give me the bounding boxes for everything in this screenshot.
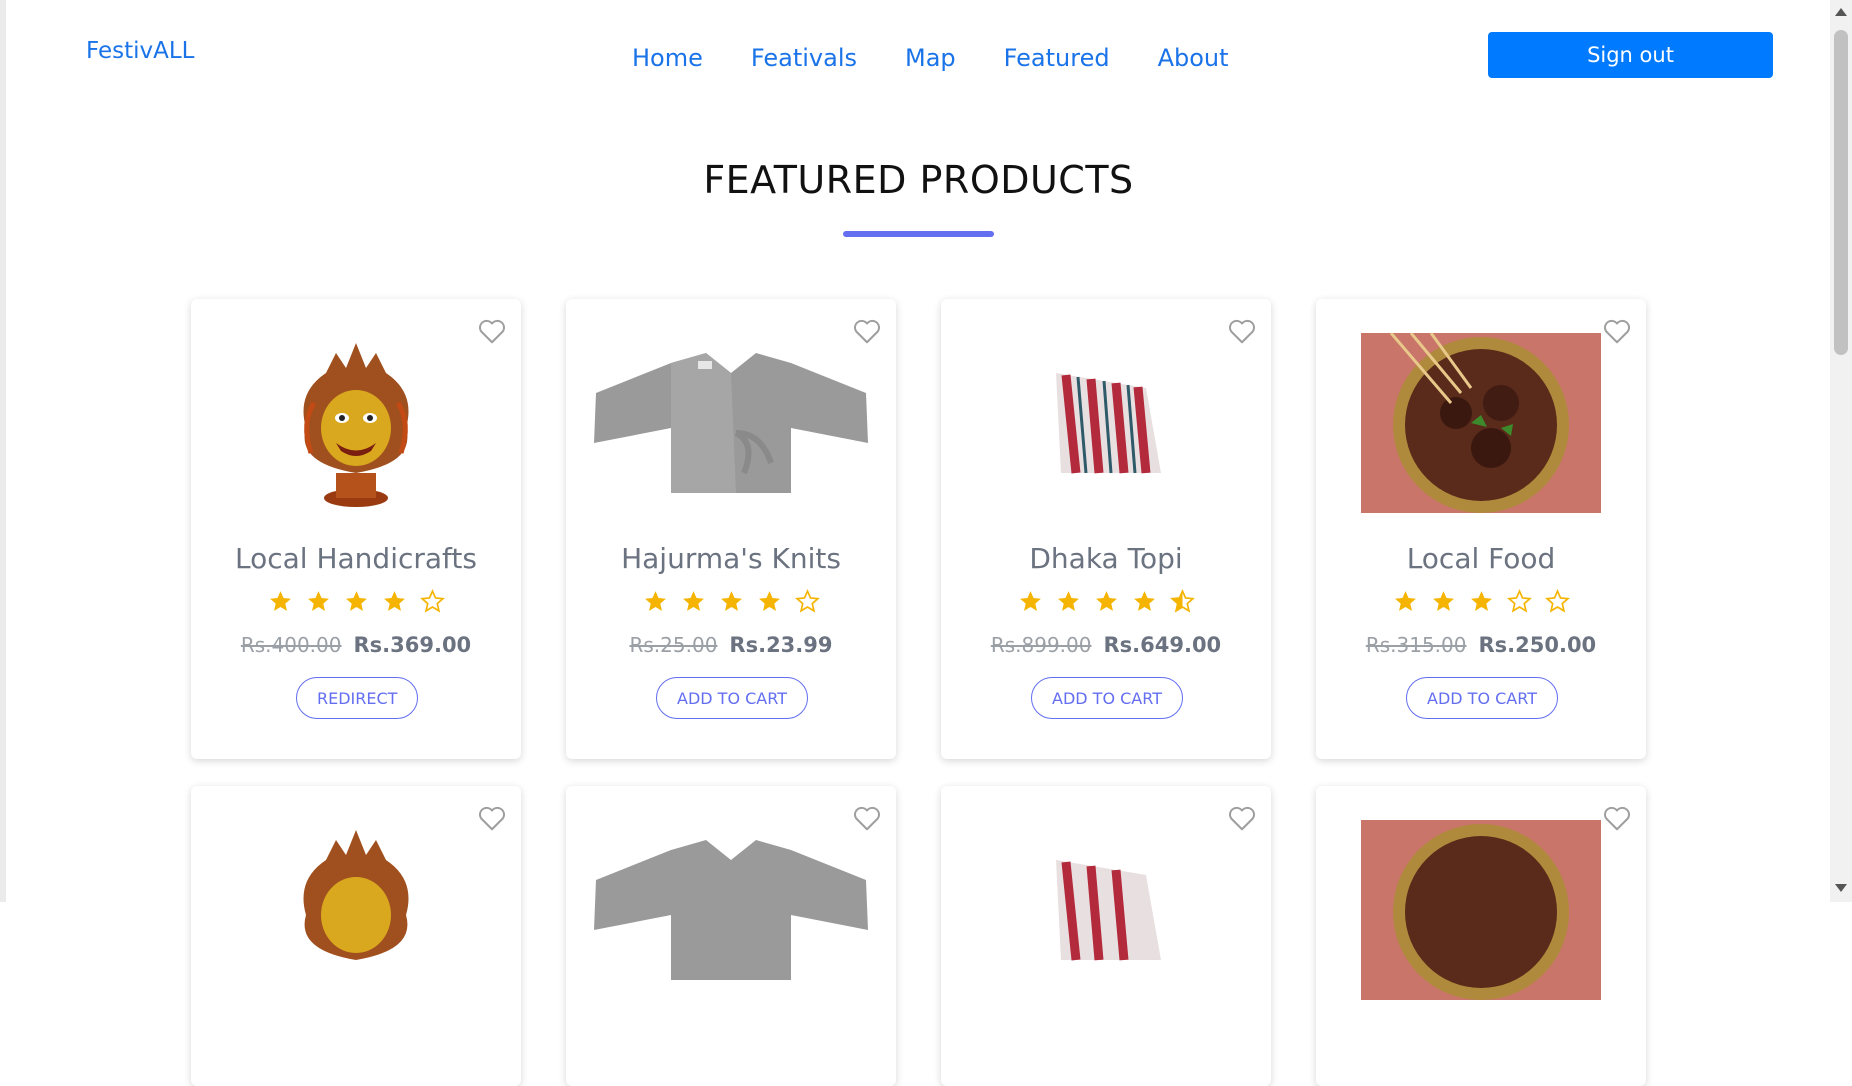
product-card: Dhaka Topi Rs.899.00 Rs.649.00 ADD TO CA… <box>941 299 1271 759</box>
star-filled-icon <box>1394 591 1416 611</box>
product-card <box>941 786 1271 1086</box>
nav-featured[interactable]: Featured <box>1004 44 1110 72</box>
scroll-up-icon[interactable] <box>1835 8 1847 16</box>
product-name: Hajurma's Knits <box>621 542 841 575</box>
product-card <box>191 786 521 1086</box>
food-bowl-icon <box>1336 333 1626 513</box>
star-rating <box>1316 589 1646 614</box>
product-card <box>566 786 896 1086</box>
star-rating <box>566 589 896 614</box>
nav-home[interactable]: Home <box>632 44 703 72</box>
star-filled-icon <box>758 591 780 611</box>
vertical-scrollbar[interactable] <box>1830 0 1852 902</box>
star-filled-icon <box>307 591 329 611</box>
star-filled-icon <box>1133 591 1155 611</box>
knit-sweater-icon <box>586 820 876 1000</box>
star-filled-icon <box>1470 591 1492 611</box>
star-filled-icon <box>345 591 367 611</box>
new-price: Rs.369.00 <box>353 633 472 657</box>
star-half-icon <box>1169 589 1195 613</box>
star-filled-icon <box>1432 591 1454 611</box>
old-price: Rs.400.00 <box>240 633 342 657</box>
old-price: Rs.899.00 <box>990 633 1092 657</box>
topi-hat-icon <box>961 820 1251 1000</box>
handicraft-mask-icon <box>211 333 501 513</box>
new-price: Rs.649.00 <box>1103 633 1222 657</box>
price-row: Rs.400.00 Rs.369.00 <box>191 633 521 657</box>
section-title: FEATURED PRODUCTS <box>703 158 1134 202</box>
nav-map[interactable]: Map <box>905 44 956 72</box>
star-filled-icon <box>1095 591 1117 611</box>
star-filled-icon <box>1057 591 1079 611</box>
add-to-cart-button[interactable]: ADD TO CART <box>656 677 808 719</box>
price-row: Rs.25.00 Rs.23.99 <box>566 633 896 657</box>
topi-hat-icon <box>961 333 1251 513</box>
price-row: Rs.899.00 Rs.649.00 <box>941 633 1271 657</box>
star-filled-icon <box>269 591 291 611</box>
new-price: Rs.23.99 <box>729 633 833 657</box>
page-edge <box>0 0 6 902</box>
product-name: Dhaka Topi <box>1029 542 1183 575</box>
nav-about[interactable]: About <box>1158 44 1229 72</box>
product-card: Hajurma's Knits Rs.25.00 Rs.23.99 ADD TO… <box>566 299 896 759</box>
add-to-cart-button[interactable]: ADD TO CART <box>1031 677 1183 719</box>
product-card: Local Food Rs.315.00 Rs.250.00 ADD TO CA… <box>1316 299 1646 759</box>
star-empty-icon <box>419 589 445 613</box>
star-filled-icon <box>1019 591 1041 611</box>
redirect-button[interactable]: REDIRECT <box>296 677 419 719</box>
product-name: Local Food <box>1406 542 1556 575</box>
title-underline <box>843 231 994 237</box>
star-filled-icon <box>644 591 666 611</box>
price-row: Rs.315.00 Rs.250.00 <box>1316 633 1646 657</box>
nav-links: Home Feativals Map Featured About <box>632 44 1229 72</box>
star-empty-icon <box>1544 589 1570 613</box>
star-empty-icon <box>1506 589 1532 613</box>
brand-link[interactable]: FestivALL <box>86 38 195 64</box>
scroll-thumb[interactable] <box>1834 30 1848 355</box>
star-empty-icon <box>794 589 820 613</box>
product-card: Local Handicrafts Rs.400.00 Rs.369.00 RE… <box>191 299 521 759</box>
product-name: Local Handicrafts <box>235 542 477 575</box>
signout-button[interactable]: Sign out <box>1488 32 1773 78</box>
food-bowl-icon <box>1336 820 1626 1000</box>
star-filled-icon <box>720 591 742 611</box>
add-to-cart-button[interactable]: ADD TO CART <box>1406 677 1558 719</box>
handicraft-mask-icon <box>211 820 501 1000</box>
knit-sweater-icon <box>586 333 876 513</box>
star-filled-icon <box>682 591 704 611</box>
nav-feativals[interactable]: Feativals <box>751 44 857 72</box>
star-filled-icon <box>383 591 405 611</box>
old-price: Rs.25.00 <box>629 633 718 657</box>
product-card <box>1316 786 1646 1086</box>
star-rating <box>191 589 521 614</box>
navbar: FestivALL Home Feativals Map Featured Ab… <box>0 0 1830 110</box>
new-price: Rs.250.00 <box>1478 633 1597 657</box>
old-price: Rs.315.00 <box>1365 633 1467 657</box>
star-rating <box>941 589 1271 614</box>
scroll-down-icon[interactable] <box>1835 884 1847 892</box>
